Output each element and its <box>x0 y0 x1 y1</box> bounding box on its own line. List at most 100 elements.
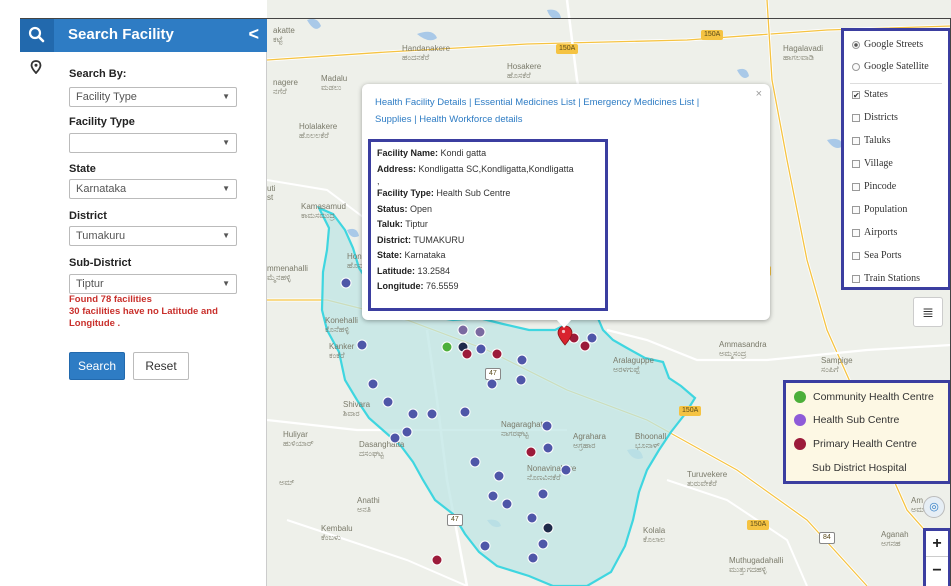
place-label: ಮುತ್ತುಗದಹಳ್ಳಿ <box>729 565 767 574</box>
detail-value: TUMAKURU <box>413 234 465 245</box>
search-icon <box>28 26 45 43</box>
layer-label: Google Satellite <box>864 61 929 72</box>
chevron-down-icon: ▼ <box>222 184 230 193</box>
checkbox-icon <box>852 113 860 122</box>
layer-label: Train Stations <box>864 273 921 284</box>
layer-label: Google Streets <box>864 39 924 50</box>
detail-row: Longitude: 76.5559 <box>377 279 599 295</box>
popup-links: Health Facility Details | Essential Medi… <box>375 94 735 128</box>
search-toggle[interactable] <box>20 18 54 52</box>
place-label: Hagalavadi <box>783 44 824 53</box>
place-label: akatte <box>273 26 295 35</box>
subdistrict-select[interactable]: Tiptur ▼ <box>69 274 237 294</box>
highway-shield: 150A <box>747 520 770 530</box>
detail-row: State: Karnataka <box>377 248 599 264</box>
overlay-population[interactable]: Population <box>852 204 907 215</box>
overlay-states[interactable]: States <box>852 89 888 100</box>
legend-item-sdh: Sub District Hospital <box>812 462 907 474</box>
base-google-streets[interactable]: Google Streets <box>852 39 923 50</box>
detail-value: Karnataka <box>404 250 446 260</box>
detail-label: Longitude: <box>377 281 424 291</box>
link-essential-medicines[interactable]: Essential Medicines List <box>474 97 575 108</box>
legend-dot <box>794 414 806 427</box>
place-label: ದಸಂಘಟ್ಟ <box>359 449 384 458</box>
link-supplies[interactable]: Supplies <box>375 114 411 125</box>
place-label: Hosakere <box>507 62 542 71</box>
overlay-sea-ports[interactable]: Sea Ports <box>852 250 902 261</box>
zoom-out-button[interactable]: − <box>926 558 948 584</box>
subdistrict-value: Tiptur <box>76 278 104 290</box>
detail-value: Kondligatta SC,Kondligatta,Kondligatta <box>418 163 574 174</box>
place-label: Kolala <box>643 526 666 535</box>
frame-border <box>20 18 951 19</box>
place-label: ಸಂಪಿಗೆ <box>821 365 839 374</box>
overlay-village[interactable]: Village <box>852 158 893 169</box>
facility-popup: × Health Facility Details | Essential Me… <box>362 84 770 320</box>
place-label: ಹೊಸಕೆರೆ <box>507 71 531 80</box>
legend-item-chc: Community Health Centre <box>794 391 934 404</box>
link-health-facility-details[interactable]: Health Facility Details <box>375 97 466 108</box>
state-select[interactable]: Karnataka ▼ <box>69 179 237 199</box>
legend-label: Primary Health Centre <box>813 438 917 450</box>
search-by-select[interactable]: Facility Type ▼ <box>69 87 237 107</box>
list-icon: ≣ <box>922 304 934 320</box>
place-label: Muthugadahalli <box>729 556 784 565</box>
layer-label: Village <box>864 158 893 169</box>
reset-button[interactable]: Reset <box>133 352 189 380</box>
list-view-button[interactable]: ≣ <box>913 297 943 327</box>
place-label: ಅರಳಗುಪ್ಪೆ <box>613 365 640 374</box>
globe-icon[interactable]: ◎ <box>923 496 945 518</box>
place-label: Huliyar <box>283 430 308 439</box>
district-value: Tumakuru <box>76 230 126 242</box>
facility-type-select[interactable]: ▼ <box>69 133 237 153</box>
place-label: ಕಾಮಸಮುದ್ರ <box>301 211 335 220</box>
zoom-in-button[interactable]: + <box>926 531 948 557</box>
checkbox-checked-icon <box>852 90 860 99</box>
search-button[interactable]: Search <box>69 352 125 380</box>
layer-label: Taluks <box>864 135 891 146</box>
chevron-down-icon: ▼ <box>222 138 230 147</box>
overlay-train-stations[interactable]: Train Stations <box>852 273 920 284</box>
detail-row: Taluk: Tiptur <box>377 217 599 233</box>
detail-label: State: <box>377 250 403 260</box>
detail-row: Facility Name: Kondi gatta <box>377 146 599 162</box>
detail-label: Latitude: <box>377 265 415 276</box>
place-label: Aralaguppe <box>613 356 654 365</box>
place-label: uti <box>267 184 276 193</box>
detail-row: Facility Type: Health Sub Centre <box>377 186 599 202</box>
close-icon[interactable]: × <box>756 88 762 100</box>
place-label: ಅನತಿ <box>357 505 371 514</box>
layer-label: Sea Ports <box>864 250 902 261</box>
collapse-chevron-icon[interactable]: < <box>248 24 259 45</box>
link-separator: | <box>696 97 700 108</box>
district-select[interactable]: Tumakuru ▼ <box>69 226 237 246</box>
overlay-pincode[interactable]: Pincode <box>852 181 896 192</box>
place-label: Shivara <box>343 400 371 409</box>
place-label: Kamasamud <box>301 202 346 211</box>
map-pin-icon[interactable] <box>30 60 42 74</box>
place-label: ಅಗನಹ <box>881 539 901 548</box>
place-label: ಮ್ಮೆನಹಳ್ಳಿ <box>267 273 291 282</box>
detail-row: , <box>377 176 380 186</box>
base-google-satellite[interactable]: Google Satellite <box>852 61 929 72</box>
chevron-down-icon: ▼ <box>222 279 230 288</box>
place-label: mmenahalli <box>267 264 308 273</box>
search-by-label: Search By: <box>69 68 127 80</box>
overlay-taluks[interactable]: Taluks <box>852 135 891 146</box>
place-label: Ammasandra <box>719 340 767 349</box>
overlay-airports[interactable]: Airports <box>852 227 897 238</box>
detail-value: 13.2584 <box>417 265 451 276</box>
place-label: Konehalli <box>325 316 358 325</box>
place-label: ಮಡಲು <box>321 83 342 92</box>
checkbox-icon <box>852 159 860 168</box>
facility-type-label: Facility Type <box>69 116 135 128</box>
checkbox-icon <box>852 274 860 283</box>
link-emergency-medicines[interactable]: Emergency Medicines List <box>583 97 694 108</box>
overlay-districts[interactable]: Districts <box>852 112 898 123</box>
place-label: Kembalu <box>321 524 353 533</box>
layer-label: Pincode <box>864 181 897 192</box>
link-health-workforce[interactable]: Health Workforce details <box>419 114 522 125</box>
place-label: Handanakere <box>402 44 451 53</box>
layer-label: Population <box>864 204 908 215</box>
checkbox-icon <box>852 182 860 191</box>
